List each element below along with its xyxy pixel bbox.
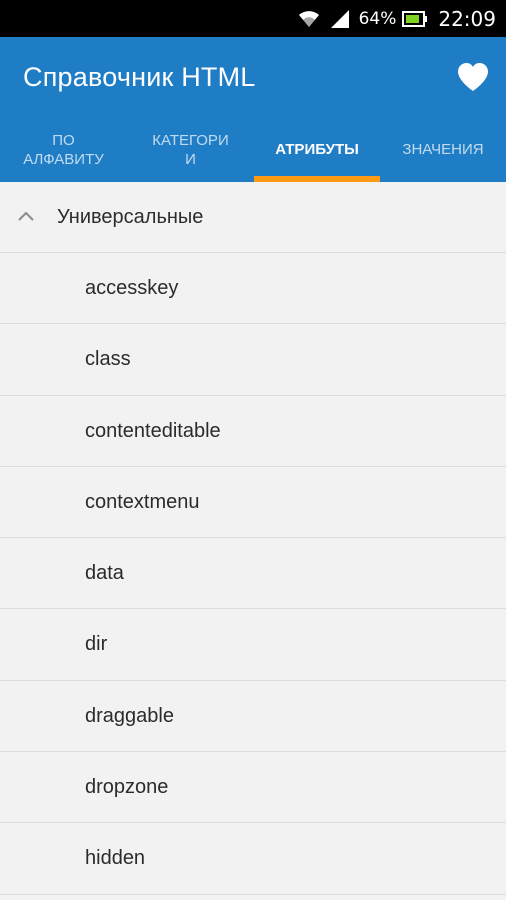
- list-item[interactable]: contextmenu: [0, 467, 506, 539]
- list-item[interactable]: data: [0, 538, 506, 610]
- tab-alphabet-label-line1: ПО: [52, 131, 75, 149]
- list-item-label: dir: [85, 633, 108, 656]
- list-item-label: class: [85, 348, 131, 371]
- tab-categories[interactable]: КАТЕГОРИ И: [127, 117, 254, 182]
- list-item[interactable]: dir: [0, 609, 506, 681]
- list-item-label: accesskey: [85, 277, 179, 299]
- tab-categories-label-line1: КАТЕГОРИ: [152, 131, 229, 149]
- app-title: Справочник HTML: [23, 62, 256, 92]
- tab-bar: ПО АЛФАВИТУ КАТЕГОРИ И АТРИБУТЫ ЗНАЧЕНИЯ: [0, 117, 506, 182]
- list-item[interactable]: accesskey: [0, 253, 506, 325]
- list-item[interactable]: dropzone: [0, 752, 506, 824]
- battery-charging-icon: [402, 10, 428, 28]
- list-item[interactable]: contenteditable: [0, 396, 506, 467]
- heart-icon: [458, 63, 488, 91]
- chevron-up-icon: [16, 208, 36, 227]
- tab-alphabet[interactable]: ПО АЛФАВИТУ: [0, 117, 127, 182]
- tab-values[interactable]: ЗНАЧЕНИЯ: [380, 117, 506, 182]
- status-bar: 64% 22:09: [0, 0, 506, 37]
- list-item-label: hidden: [85, 847, 146, 870]
- wifi-icon: [297, 9, 321, 29]
- list-item[interactable]: draggable: [0, 681, 506, 753]
- list-item-label: draggable: [85, 704, 174, 727]
- app-bar: Справочник HTML ПО АЛФАВИТУ КАТЕГОРИ И А…: [0, 37, 506, 182]
- attributes-list: Универсальные accesskey class contentedi…: [0, 182, 506, 895]
- list-item[interactable]: hidden: [0, 823, 506, 895]
- list-item-label: dropzone: [85, 776, 169, 799]
- favorites-button[interactable]: [456, 61, 490, 93]
- list-item[interactable]: class: [0, 324, 506, 396]
- clock: 22:09: [438, 6, 496, 31]
- signal-icon: [329, 9, 351, 29]
- tab-alphabet-label-line2: АЛФАВИТУ: [23, 150, 104, 168]
- list-item-label: data: [85, 562, 124, 585]
- list-item-label: contenteditable: [85, 419, 221, 442]
- group-header-label: Универсальные: [57, 206, 204, 228]
- tab-attributes[interactable]: АТРИБУТЫ: [254, 117, 380, 182]
- list-item-label: contextmenu: [85, 490, 200, 513]
- group-header-universal[interactable]: Универсальные: [0, 182, 506, 253]
- battery-percent: 64%: [358, 8, 397, 29]
- tab-attributes-label: АТРИБУТЫ: [275, 141, 359, 158]
- tab-values-label: ЗНАЧЕНИЯ: [402, 141, 484, 158]
- tab-categories-label-line2: И: [185, 150, 196, 168]
